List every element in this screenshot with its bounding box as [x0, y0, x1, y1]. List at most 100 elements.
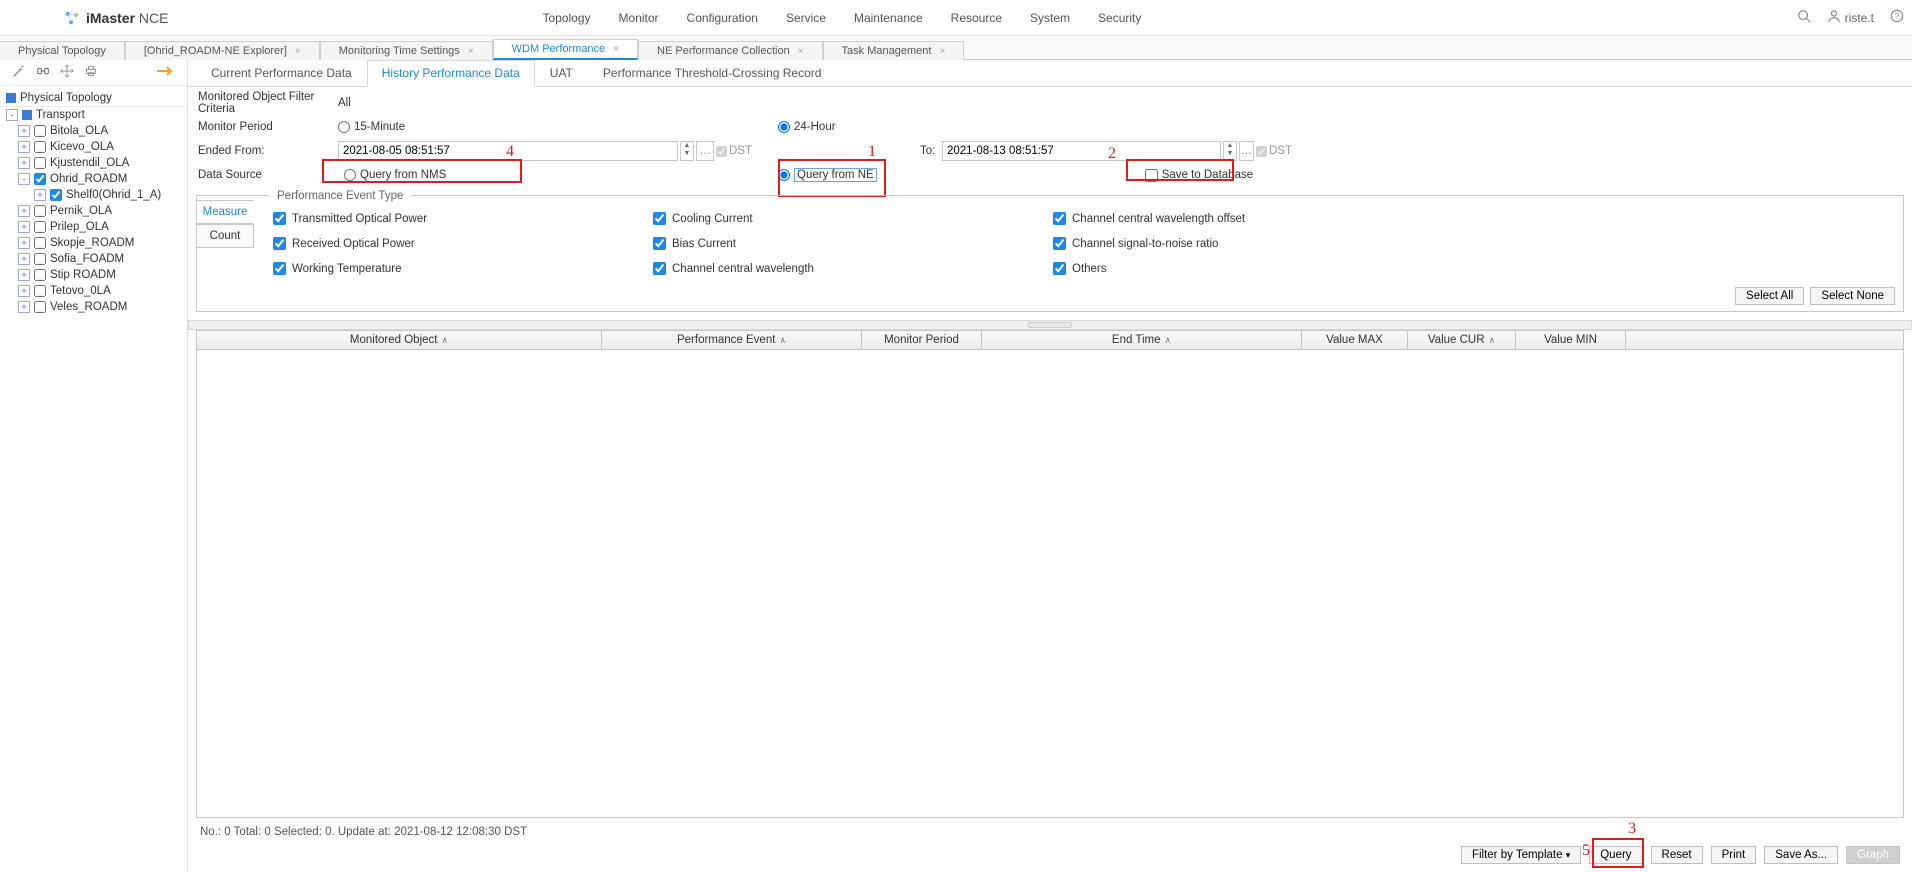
event-item[interactable]: Working Temperature: [273, 262, 643, 275]
column-header[interactable]: Monitored Object∧: [197, 331, 602, 349]
from-dst[interactable]: DST: [716, 145, 752, 157]
split-handle[interactable]: [188, 320, 1912, 330]
event-item[interactable]: Channel central wavelength: [653, 262, 1043, 275]
tree-root[interactable]: Physical Topology: [0, 90, 187, 107]
side-tab-count[interactable]: Count: [196, 224, 254, 248]
tree-node[interactable]: +Kicevo_OLA: [0, 139, 187, 155]
doc-tab[interactable]: NE Performance Collection×: [638, 41, 823, 60]
collapse-icon[interactable]: -: [6, 109, 18, 121]
source-nms[interactable]: Query from NMS: [344, 169, 774, 181]
expand-icon[interactable]: +: [18, 221, 30, 233]
expand-icon[interactable]: +: [18, 125, 30, 137]
doc-tab[interactable]: Physical Topology: [0, 41, 125, 60]
filter-by-template-button[interactable]: Filter by Template ▾: [1461, 846, 1581, 864]
close-icon[interactable]: ×: [798, 46, 804, 57]
save-as-button[interactable]: Save As...: [1764, 846, 1838, 864]
event-item[interactable]: Transmitted Optical Power: [273, 212, 643, 225]
subtab[interactable]: Current Performance Data: [196, 60, 367, 86]
search-icon[interactable]: [1797, 9, 1811, 26]
tree-node[interactable]: +Bitola_OLA: [0, 123, 187, 139]
tree-node[interactable]: +Veles_ROADM: [0, 299, 187, 315]
grid-hscroll[interactable]: [197, 590, 1903, 606]
doc-tab[interactable]: [Ohrid_ROADM-NE Explorer]×: [125, 41, 320, 60]
event-item[interactable]: Bias Current: [653, 237, 1043, 250]
tree-checkbox[interactable]: [34, 301, 46, 313]
user-menu[interactable]: riste.t: [1827, 9, 1874, 26]
from-calendar-icon[interactable]: …: [696, 141, 714, 161]
column-header[interactable]: Value MAX: [1302, 331, 1408, 349]
expand-icon[interactable]: +: [18, 237, 30, 249]
to-dst[interactable]: DST: [1256, 145, 1292, 157]
nav-monitor[interactable]: Monitor: [605, 0, 673, 36]
event-item[interactable]: Others: [1053, 262, 1885, 275]
tree-checkbox[interactable]: [34, 125, 46, 137]
close-icon[interactable]: ×: [939, 46, 945, 57]
close-icon[interactable]: ×: [468, 46, 474, 57]
column-header[interactable]: Monitor Period: [862, 331, 982, 349]
event-item[interactable]: Channel central wavelength offset: [1053, 212, 1885, 225]
expand-icon[interactable]: +: [18, 301, 30, 313]
expand-icon[interactable]: +: [18, 285, 30, 297]
wand-icon[interactable]: [12, 64, 26, 81]
nav-maintenance[interactable]: Maintenance: [840, 0, 937, 36]
from-spinner[interactable]: ▲▼: [680, 141, 694, 161]
tree-checkbox[interactable]: [34, 237, 46, 249]
forward-arrow-icon[interactable]: [157, 65, 175, 80]
tree-node[interactable]: +Sofia_FOADM: [0, 251, 187, 267]
tree-node[interactable]: +Tetovo_0LA: [0, 283, 187, 299]
tree-node[interactable]: -Ohrid_ROADM: [0, 171, 187, 187]
expand-icon[interactable]: +: [18, 205, 30, 217]
query-button[interactable]: Query: [1589, 846, 1642, 864]
tree-checkbox[interactable]: [34, 205, 46, 217]
nav-system[interactable]: System: [1016, 0, 1084, 36]
select-none-button[interactable]: Select None: [1810, 287, 1895, 305]
tree-node[interactable]: +Pernik_OLA: [0, 203, 187, 219]
print-icon[interactable]: [84, 64, 98, 81]
period-15min[interactable]: 15-Minute: [338, 121, 768, 133]
tree-checkbox[interactable]: [34, 269, 46, 281]
event-item[interactable]: Received Optical Power: [273, 237, 643, 250]
column-header[interactable]: Performance Event∧: [602, 331, 862, 349]
nav-security[interactable]: Security: [1084, 0, 1155, 36]
close-icon[interactable]: ×: [295, 46, 301, 57]
tree-node[interactable]: +Shelf0(Ohrid_1_A): [0, 187, 187, 203]
to-calendar-icon[interactable]: …: [1239, 141, 1254, 161]
binoculars-icon[interactable]: [36, 64, 50, 81]
event-item[interactable]: Cooling Current: [653, 212, 1043, 225]
event-item[interactable]: Channel signal-to-noise ratio: [1053, 237, 1885, 250]
save-to-database[interactable]: Save to Database: [1145, 169, 1253, 182]
expand-icon[interactable]: +: [18, 253, 30, 265]
subtab[interactable]: UAT: [535, 60, 588, 86]
tree-checkbox[interactable]: [34, 285, 46, 297]
tree-checkbox[interactable]: [50, 189, 62, 201]
help-icon[interactable]: ?: [1890, 9, 1904, 26]
tree-checkbox[interactable]: [34, 253, 46, 265]
tree-checkbox[interactable]: [34, 157, 46, 169]
tree-checkbox[interactable]: [34, 173, 46, 185]
source-ne[interactable]: Query from NE: [778, 168, 877, 182]
nav-service[interactable]: Service: [772, 0, 840, 36]
subtab[interactable]: Performance Threshold-Crossing Record: [588, 60, 837, 86]
nav-configuration[interactable]: Configuration: [673, 0, 772, 36]
column-header[interactable]: End Time∧: [982, 331, 1302, 349]
tree-checkbox[interactable]: [34, 221, 46, 233]
move-icon[interactable]: [60, 64, 74, 81]
tree-node[interactable]: +Kjustendil_OLA: [0, 155, 187, 171]
period-24h[interactable]: 24-Hour: [778, 121, 836, 133]
select-all-button[interactable]: Select All: [1735, 287, 1804, 305]
doc-tab[interactable]: WDM Performance×: [493, 39, 638, 60]
expand-icon[interactable]: +: [18, 269, 30, 281]
nav-topology[interactable]: Topology: [528, 0, 604, 36]
tree-node[interactable]: +Skopje_ROADM: [0, 235, 187, 251]
collapse-icon[interactable]: -: [18, 173, 30, 185]
tree-checkbox[interactable]: [34, 141, 46, 153]
tree-node[interactable]: +Stip ROADM: [0, 267, 187, 283]
subtab[interactable]: History Performance Data: [367, 60, 535, 87]
nav-resource[interactable]: Resource: [937, 0, 1016, 36]
to-spinner[interactable]: ▲▼: [1223, 141, 1237, 161]
close-icon[interactable]: ×: [613, 44, 619, 55]
column-header[interactable]: Value MIN: [1516, 331, 1626, 349]
side-tab-measure[interactable]: Measure: [196, 200, 254, 224]
doc-tab[interactable]: Task Management×: [823, 41, 965, 60]
tree-node[interactable]: +Prilep_OLA: [0, 219, 187, 235]
